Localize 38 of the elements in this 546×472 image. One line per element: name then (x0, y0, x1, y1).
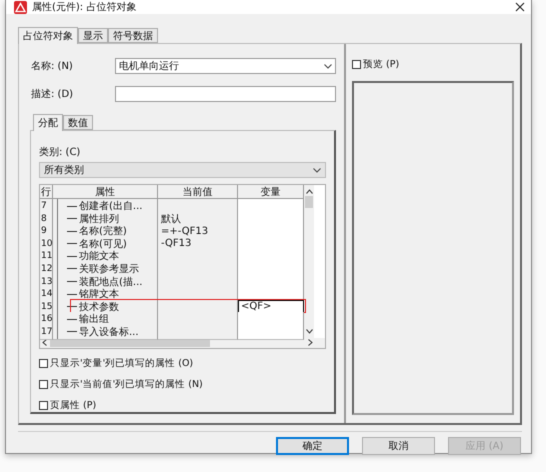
checkbox-label[interactable]: 只显示'变量'列已填写的属性 (O) (50, 356, 194, 370)
dialog-button[interactable]: 确定 (276, 436, 349, 454)
column-header[interactable]: 变量 (238, 185, 304, 199)
scroll-left-icon[interactable] (42, 339, 47, 346)
input-field[interactable] (115, 86, 336, 102)
checkbox[interactable] (39, 358, 48, 368)
tab[interactable]: 分配 (33, 114, 63, 131)
field-label: 名称: (N) (30, 60, 74, 73)
category-label: 类别: (C) (39, 146, 82, 159)
vertical-scrollbar[interactable] (304, 185, 314, 338)
checkbox-label[interactable]: 页属性 (P) (50, 398, 96, 412)
checkbox-label[interactable]: 预览 (P) (363, 58, 400, 71)
column-header[interactable]: 当前值 (158, 185, 238, 199)
table-cell: 导入设备标... (53, 324, 158, 340)
tab[interactable]: 显示 (78, 28, 108, 43)
scroll-down-icon[interactable] (306, 328, 312, 334)
name-dropdown[interactable]: 电机单向运行 (115, 58, 336, 74)
category-dropdown[interactable]: 所有类别 (39, 162, 326, 178)
tab[interactable]: 符号数据 (108, 28, 158, 43)
column-header[interactable]: 行 (40, 185, 53, 199)
scroll-right-icon[interactable] (308, 339, 313, 346)
scroll-up-icon[interactable] (306, 189, 312, 194)
tab[interactable]: 数值 (63, 115, 93, 130)
field-label: 描述: (D) (30, 88, 74, 101)
row-number: 17 (40, 324, 53, 340)
table-cell[interactable] (238, 324, 304, 340)
checkbox[interactable] (39, 400, 48, 410)
dialog-button[interactable]: 取消 (362, 436, 435, 454)
scrollbar-thumb[interactable] (305, 196, 313, 208)
close-icon[interactable] (515, 2, 525, 12)
chevron-down-icon (313, 168, 321, 172)
checkbox-label[interactable]: 只显示'当前值'列已填写的属性 (N) (50, 378, 203, 391)
tab[interactable]: 占位符对象 (18, 27, 78, 44)
chevron-down-icon (324, 64, 332, 68)
column-header[interactable]: 属性 (53, 185, 158, 199)
checkbox[interactable] (352, 60, 361, 69)
window-title: 属性(元件): 占位符对象 (32, 0, 138, 14)
checkbox[interactable] (39, 380, 48, 389)
